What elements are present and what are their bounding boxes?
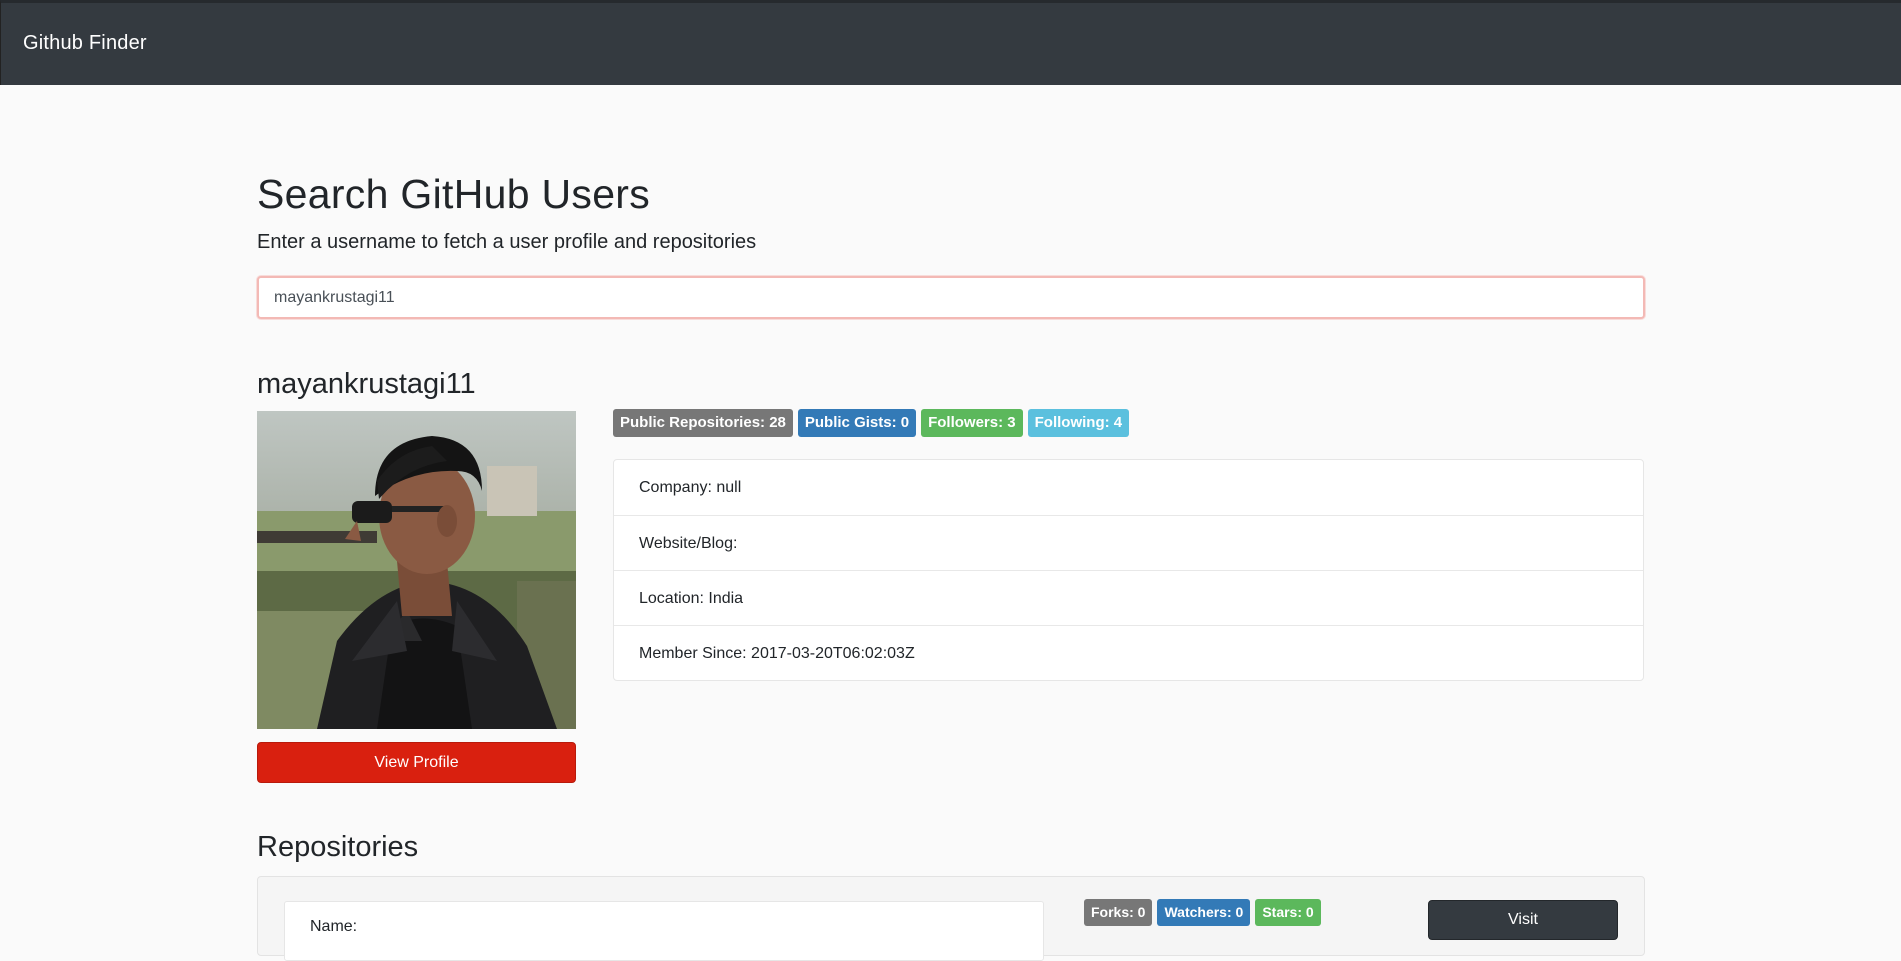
public-repos-badge: Public Repositories: 28 (613, 409, 793, 437)
forks-badge: Forks: 0 (1084, 899, 1153, 926)
followers-badge: Followers: 3 (921, 409, 1023, 437)
location-item: Location: India (614, 570, 1643, 625)
stars-badge: Stars: 0 (1255, 899, 1321, 926)
profile-badges: Public Repositories: 28 Public Gists: 0 … (613, 409, 1130, 437)
navbar-brand[interactable]: Github Finder (23, 32, 147, 55)
repo-card: Name: Forks: 0 Watchers: 0 Stars: 0 Visi… (257, 876, 1645, 961)
search-input[interactable] (257, 276, 1645, 319)
profile-username: mayankrustagi11 (257, 368, 476, 400)
page-title: Search GitHub Users (257, 171, 651, 217)
page-subtitle: Enter a username to fetch a user profile… (257, 231, 757, 253)
repositories-title: Repositories (257, 831, 419, 863)
avatar (257, 411, 576, 729)
profile-details-list: Company: null Website/Blog: Location: In… (613, 459, 1644, 681)
website-item: Website/Blog: (614, 515, 1643, 570)
repo-name: Name: (284, 901, 1044, 961)
following-badge: Following: 4 (1027, 409, 1130, 437)
member-since-item: Member Since: 2017-03-20T06:02:03Z (614, 625, 1643, 680)
view-profile-button[interactable]: View Profile (257, 742, 576, 783)
repo-name-label: Name: (310, 918, 358, 935)
watchers-badge: Watchers: 0 (1157, 899, 1251, 926)
repo-badges: Forks: 0 Watchers: 0 Stars: 0 (1084, 899, 1321, 926)
navbar: Github Finder (0, 0, 1901, 85)
company-item: Company: null (639, 479, 742, 496)
public-gists-badge: Public Gists: 0 (797, 409, 917, 437)
visit-button[interactable]: Visit (1428, 900, 1618, 940)
